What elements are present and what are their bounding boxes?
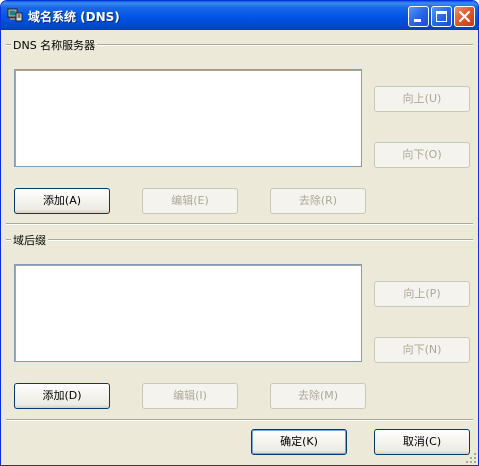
- close-icon: [458, 10, 471, 23]
- domain-suffix-listbox[interactable]: [14, 264, 362, 362]
- suffix-remove-button[interactable]: 去除(M): [270, 383, 366, 409]
- resize-grip-icon[interactable]: [465, 452, 477, 464]
- suffix-add-button[interactable]: 添加(D): [14, 383, 110, 409]
- dns-edit-button[interactable]: 编辑(E): [142, 188, 238, 214]
- suffix-edit-button[interactable]: 编辑(I): [142, 383, 238, 409]
- minimize-icon: [414, 19, 421, 22]
- window-title: 域名系统 (DNS): [28, 10, 120, 24]
- domain-suffix-group-label: 域后缀: [11, 232, 48, 248]
- cancel-button[interactable]: 取消(C): [374, 429, 470, 455]
- network-computer-icon: [7, 7, 23, 23]
- maximize-button[interactable]: [431, 6, 452, 27]
- maximize-icon: [436, 11, 447, 22]
- domain-suffix-group-line: [6, 239, 473, 241]
- dns-add-button[interactable]: 添加(A): [14, 188, 110, 214]
- footer-separator: [6, 419, 473, 421]
- dns-dialog-window: 域名系统 (DNS) DNS 名称服务器 向上(U) 向下(O) 添加(A) 编…: [0, 0, 479, 466]
- minimize-button[interactable]: [408, 6, 429, 27]
- dns-servers-group-label: DNS 名称服务器: [11, 37, 98, 53]
- ok-button[interactable]: 确定(K): [251, 429, 347, 455]
- suffix-move-up-button[interactable]: 向上(P): [374, 281, 470, 307]
- dns-move-up-button[interactable]: 向上(U): [374, 86, 470, 112]
- dns-remove-button[interactable]: 去除(R): [270, 188, 366, 214]
- dns-servers-listbox[interactable]: [14, 69, 362, 167]
- dns-move-down-button[interactable]: 向下(O): [374, 142, 470, 168]
- close-button[interactable]: [454, 6, 475, 27]
- suffix-move-down-button[interactable]: 向下(N): [374, 337, 470, 363]
- title-bar[interactable]: 域名系统 (DNS): [1, 1, 478, 30]
- groups-separator: [6, 223, 473, 225]
